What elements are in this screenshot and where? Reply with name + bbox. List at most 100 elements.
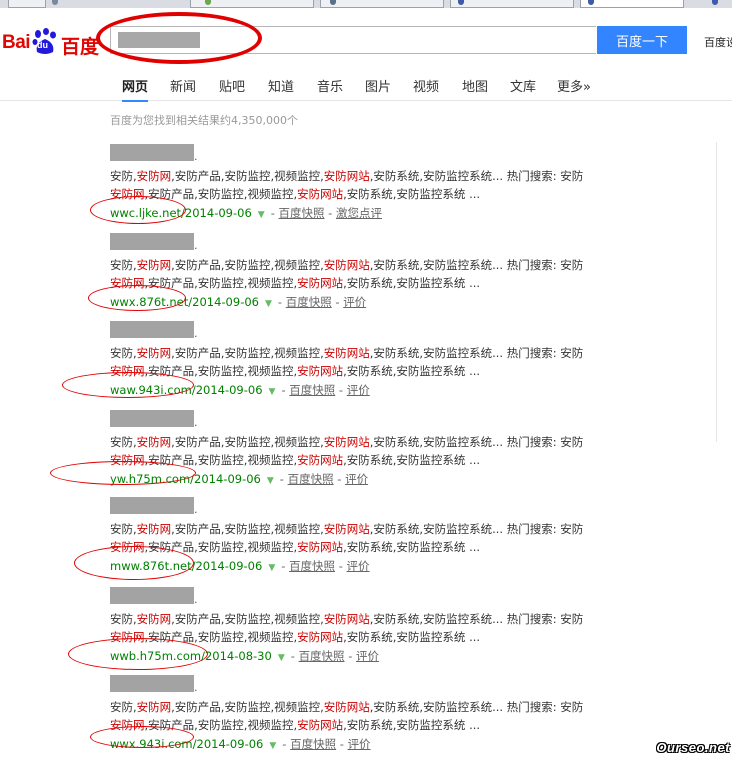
separator: - [290,649,299,663]
cache-link[interactable]: 百度快照 [299,649,345,663]
result-title-redacted[interactable]: . [110,587,198,606]
result-title-redacted[interactable]: . [110,321,198,340]
separator: - [331,295,344,309]
highlight-text: 安防网站 [297,718,344,732]
search-result: . 安防,安防网,安防产品,安防监控,视频监控,安防网站,安防系统,安防监控系统.… [110,144,610,228]
browser-tab-active[interactable] [580,0,684,8]
abstract-text: ,安防系统,安防监控系统 ... [343,540,481,554]
cache-link[interactable]: 百度快照 [290,737,336,751]
result-title-redacted[interactable]: . [110,233,198,252]
result-date: 2014-09-06 [195,559,263,573]
annotation-ellipse [90,726,194,748]
review-link[interactable]: 评价 [356,649,379,663]
cache-link[interactable]: 百度快照 [289,559,335,573]
abstract-text: 安防, [110,700,137,714]
tab-video[interactable]: 视频 [413,76,439,100]
tab-music[interactable]: 音乐 [317,76,343,100]
abstract-text: ,安防产品,安防监控,视频监控, [171,258,324,272]
tab-maps[interactable]: 地图 [462,76,488,100]
result-title-redacted[interactable]: . [110,675,198,694]
dropdown-arrow-icon[interactable]: ▼ [267,476,274,486]
right-divider [716,142,717,442]
annotation-ellipse [74,546,194,580]
settings-link[interactable]: 百度设置 [704,34,732,50]
cache-link[interactable]: 百度快照 [279,206,325,220]
review-link[interactable]: 评价 [347,559,370,573]
abstract-text: 安防, [110,258,137,272]
dropdown-arrow-icon[interactable]: ▼ [265,299,272,309]
review-link[interactable]: 激您点评 [336,206,382,220]
highlight-text: 安防网站 [323,612,370,626]
baidu-logo[interactable]: Bai du 百度 [0,28,99,60]
result-title-redacted[interactable]: . [110,144,198,163]
title-suffix: . [194,681,198,694]
highlight-text: 安防网站 [323,435,370,449]
search-button[interactable]: 百度一下 [597,26,687,54]
annotation-ellipse [88,285,186,311]
tab-more[interactable]: 更多» [557,76,591,100]
tab-web[interactable]: 网页 [122,76,149,102]
browser-tab[interactable] [8,0,46,8]
abstract-text: ,安防产品,安防监控,视频监控, [171,346,324,360]
title-suffix: . [194,150,198,163]
abstract-text: ,安防产品,安防监控,视频监控, [171,612,324,626]
title-suffix: . [194,593,198,606]
result-title-redacted[interactable]: . [110,497,198,516]
title-suffix: . [194,503,198,516]
search-header: Bai du 百度 百度一下 百度设置 网页 新闻 贴吧 知道 音乐 图片 视频… [0,8,732,102]
abstract-text: 安防, [110,435,137,449]
dropdown-arrow-icon[interactable]: ▼ [269,387,276,397]
tab-favicon-icon [712,0,718,5]
separator: - [270,206,279,220]
dropdown-arrow-icon[interactable]: ▼ [268,563,275,573]
highlight-text: 安防网 [136,169,172,183]
highlight-text: 安防网 [136,700,172,714]
result-abstract-line: 安防,安防网,安防产品,安防监控,视频监控,安防网站,安防系统,安防监控系统..… [110,345,583,361]
abstract-text: ,安防系统,安防监控系统... 热门搜索: 安防 [369,169,584,183]
tab-wenku[interactable]: 文库 [510,76,536,100]
dropdown-arrow-icon[interactable]: ▼ [258,210,265,220]
abstract-text: ,安防系统,安防监控系统... 热门搜索: 安防 [369,346,584,360]
abstract-text: 安防, [110,169,137,183]
highlight-text: 安防网站 [323,169,370,183]
review-link[interactable]: 评价 [348,737,371,751]
search-result: . 安防,安防网,安防产品,安防监控,视频监控,安防网站,安防系统,安防监控系统.… [110,233,610,317]
abstract-text: ,安防系统,安防监控系统... 热门搜索: 安防 [369,258,584,272]
abstract-text: ,安防系统,安防监控系统... 热门搜索: 安防 [369,612,584,626]
abstract-text: ,安防系统,安防监控系统 ... [343,718,481,732]
title-suffix: . [194,416,198,429]
abstract-text: 安防, [110,612,137,626]
dropdown-arrow-icon[interactable]: ▼ [269,741,276,751]
abstract-text: ,安防系统,安防监控系统 ... [343,453,481,467]
cache-link[interactable]: 百度快照 [288,472,334,486]
dropdown-arrow-icon[interactable]: ▼ [278,653,285,663]
review-link[interactable]: 评价 [345,472,368,486]
browser-tab[interactable] [450,0,574,8]
result-date: 2014-09-06 [196,737,264,751]
highlight-text: 安防网 [136,435,172,449]
browser-tab[interactable] [320,0,444,8]
annotation-ellipse [50,461,196,485]
tab-tieba[interactable]: 贴吧 [219,76,245,100]
review-link[interactable]: 评价 [343,295,366,309]
tab-news[interactable]: 新闻 [170,76,196,100]
cache-link[interactable]: 百度快照 [286,295,332,309]
highlight-text: 安防网站 [323,700,370,714]
highlight-text: 安防网站 [323,346,370,360]
result-abstract-line: 安防,安防网,安防产品,安防监控,视频监控,安防网站,安防系统,安防监控系统..… [110,434,583,450]
tab-zhidao[interactable]: 知道 [268,76,294,100]
result-date: 2014-09-06 [194,472,261,486]
result-count: 百度为您找到相关结果约4,350,000个 [110,114,298,127]
highlight-text: 安防网站 [297,540,344,554]
abstract-text: ,安防产品,安防监控,视频监控, [171,522,324,536]
review-link[interactable]: 评价 [347,383,370,397]
separator: - [333,472,346,486]
separator: - [281,559,290,573]
tab-images[interactable]: 图片 [365,76,391,100]
cache-link[interactable]: 百度快照 [289,383,335,397]
result-title-redacted[interactable]: . [110,410,198,429]
result-abstract-line: 安防,安防网,安防产品,安防监控,视频监控,安防网站,安防系统,安防监控系统..… [110,521,583,537]
highlight-text: 安防网站 [323,522,370,536]
abstract-text: ,安防系统,安防监控系统 ... [343,364,481,378]
result-date: 2014-08-30 [204,649,272,663]
